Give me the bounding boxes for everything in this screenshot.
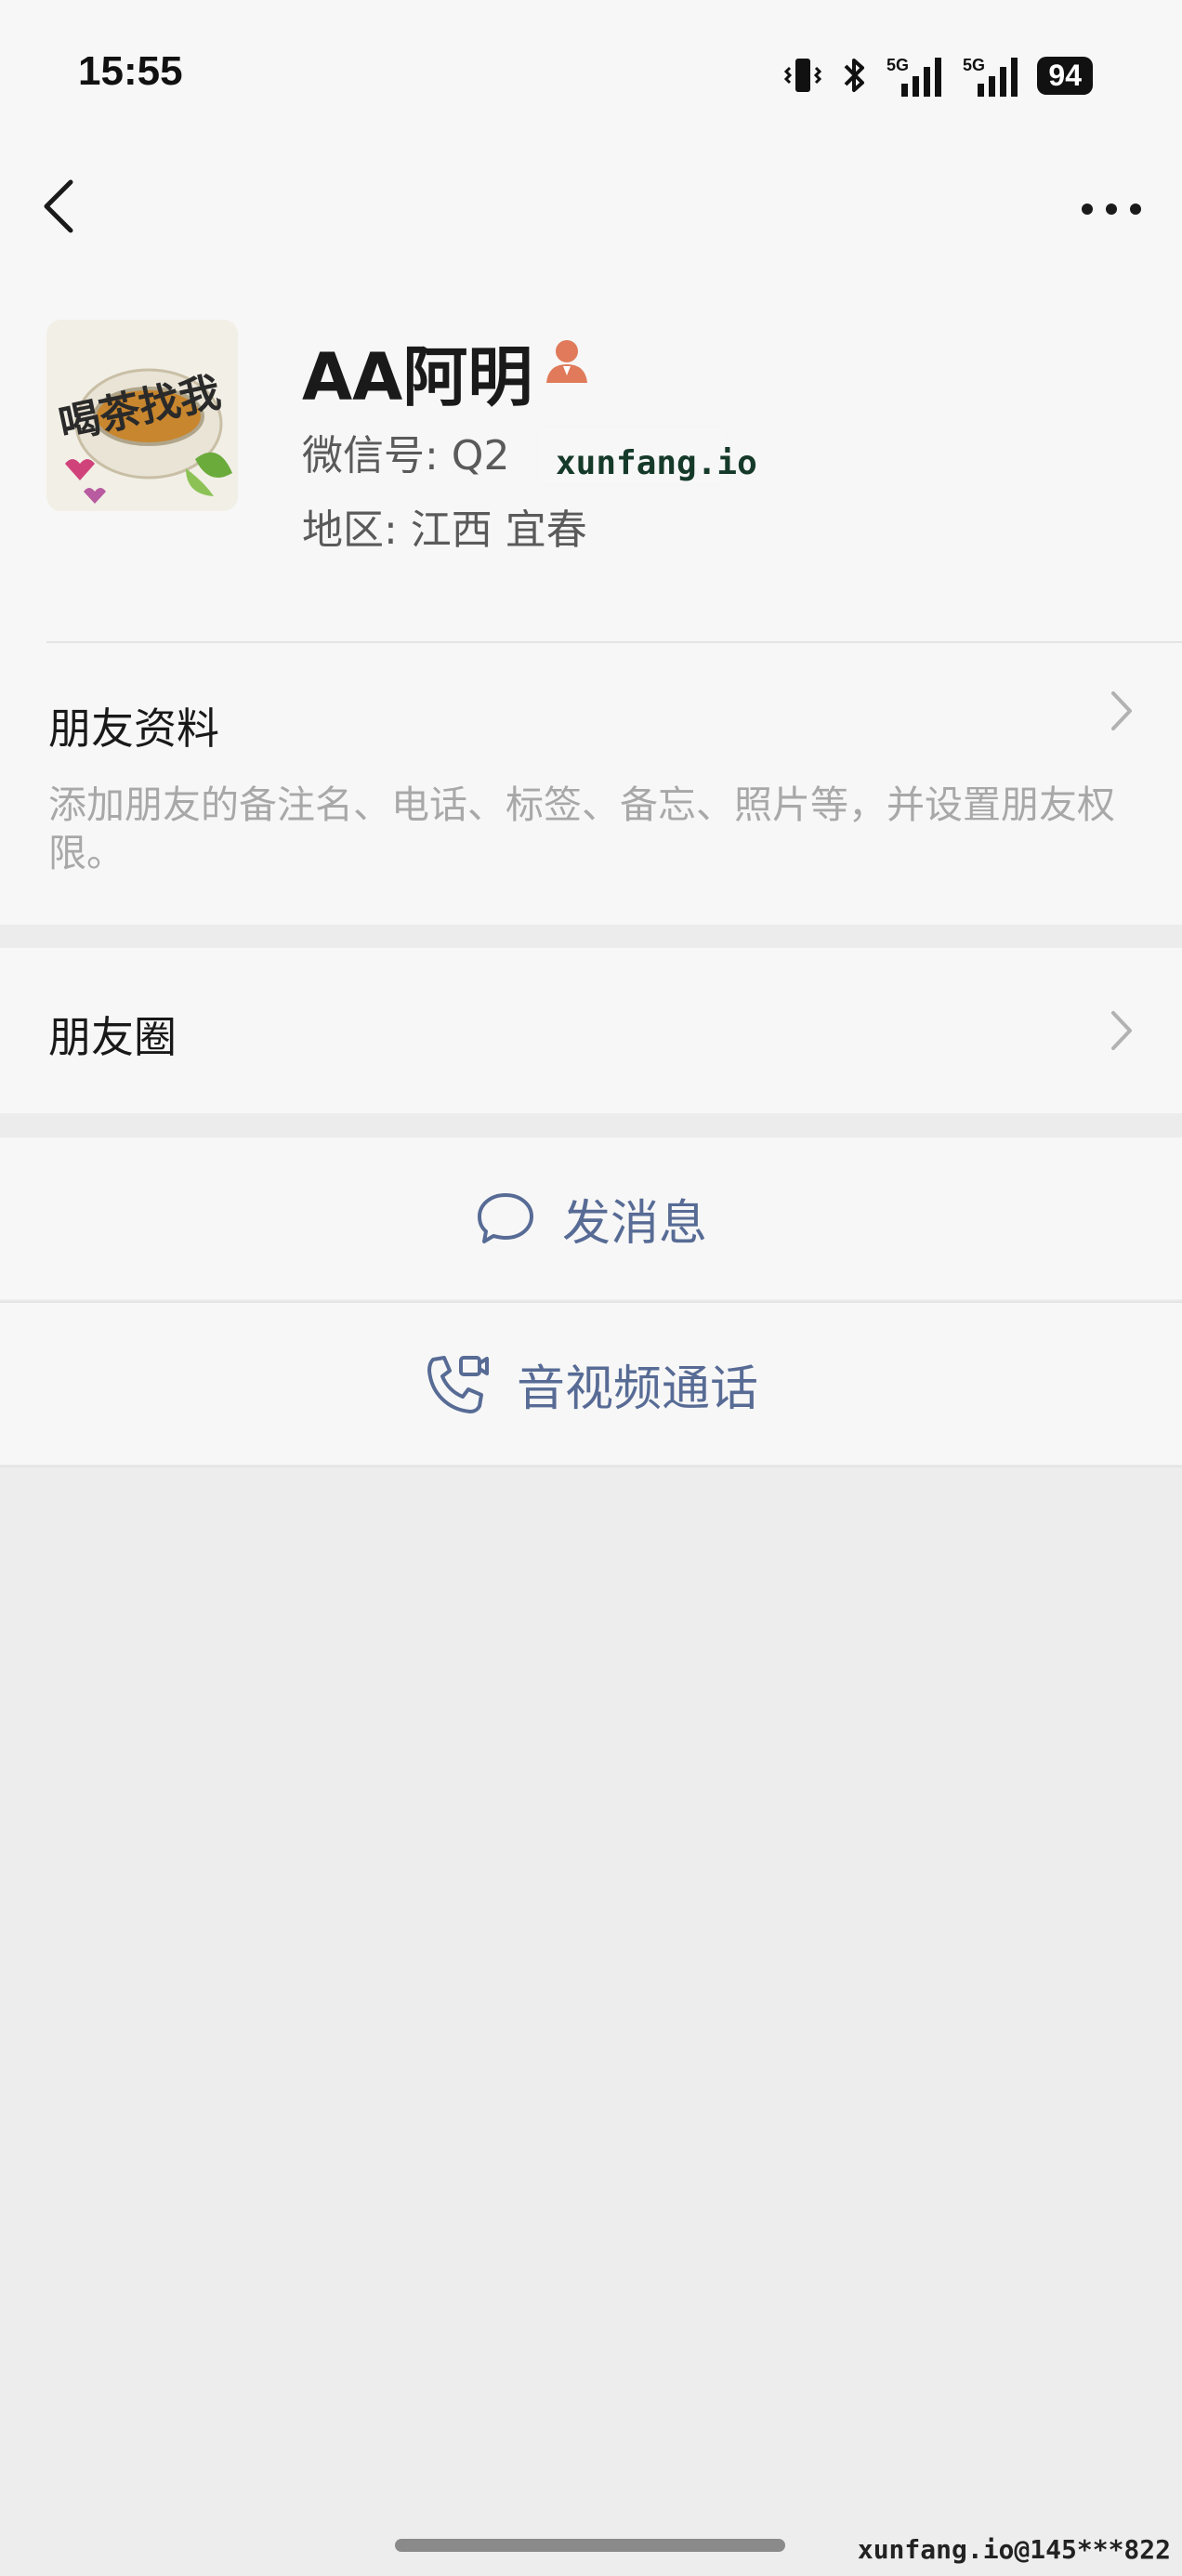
divider [0, 1465, 1182, 1467]
network-label-1: 5G [886, 56, 909, 74]
send-message-label: 发消息 [561, 1195, 707, 1252]
video-call-label: 音视频通话 [516, 1360, 758, 1417]
profile-card: 喝茶找我 AA阿明 微信号: Q2 xunfang.io 地区: 江西 宜春 [0, 307, 1182, 641]
person-icon [546, 340, 587, 383]
chevron-right-icon [1111, 691, 1132, 730]
signal-5g-icon-2: 5G [963, 56, 1018, 97]
watermark-corner: xunfang.io@145***822 [857, 2534, 1171, 2565]
moments-title: 朋友圈 [48, 1012, 177, 1062]
status-icons: 5G 5G 94 [782, 52, 1093, 99]
vibrate-icon [784, 59, 822, 92]
chevron-right-icon [1111, 1011, 1132, 1050]
chat-bubble-icon [477, 1193, 533, 1243]
avatar[interactable]: 喝茶找我 [46, 320, 238, 511]
watermark-center: xunfang.io [556, 444, 757, 482]
friend-info-row[interactable]: 朋友资料 添加朋友的备注名、电话、标签、备忘、照片等，并设置朋友权限。 [0, 643, 1182, 922]
more-dots-icon[interactable] [1074, 181, 1149, 237]
section-gap [0, 925, 1182, 948]
friend-info-title: 朋友资料 [48, 703, 219, 754]
contact-name: AA阿明 [302, 339, 533, 415]
nav-bar [0, 149, 1182, 260]
phone-video-icon [427, 1356, 489, 1413]
video-call-button[interactable]: 音视频通话 [0, 1303, 1182, 1465]
friend-info-description: 添加朋友的备注名、电话、标签、备忘、照片等，并设置朋友权限。 [48, 782, 1115, 875]
section-gap [0, 1113, 1182, 1137]
wechat-id: 微信号: Q2 [302, 432, 510, 480]
home-indicator[interactable] [395, 2539, 785, 2552]
contact-profile-screen: 15:55 5G 5G 94 喝茶找我 AA阿明 微信号: Q2 xunfang… [0, 0, 1182, 2576]
chevron-left-icon[interactable] [33, 169, 89, 243]
signal-5g-icon: 5G [886, 56, 942, 97]
status-time: 15:55 [78, 48, 183, 94]
bluetooth-icon [844, 59, 865, 92]
region: 地区: 江西 宜春 [302, 506, 587, 554]
avatar-image: 喝茶找我 [46, 320, 238, 511]
moments-row[interactable]: 朋友圈 [0, 948, 1182, 1113]
battery-indicator: 94 [1037, 56, 1093, 95]
send-message-button[interactable]: 发消息 [0, 1137, 1182, 1299]
status-bar: 15:55 5G 5G 94 [0, 0, 1182, 149]
network-label-2: 5G [963, 56, 985, 74]
